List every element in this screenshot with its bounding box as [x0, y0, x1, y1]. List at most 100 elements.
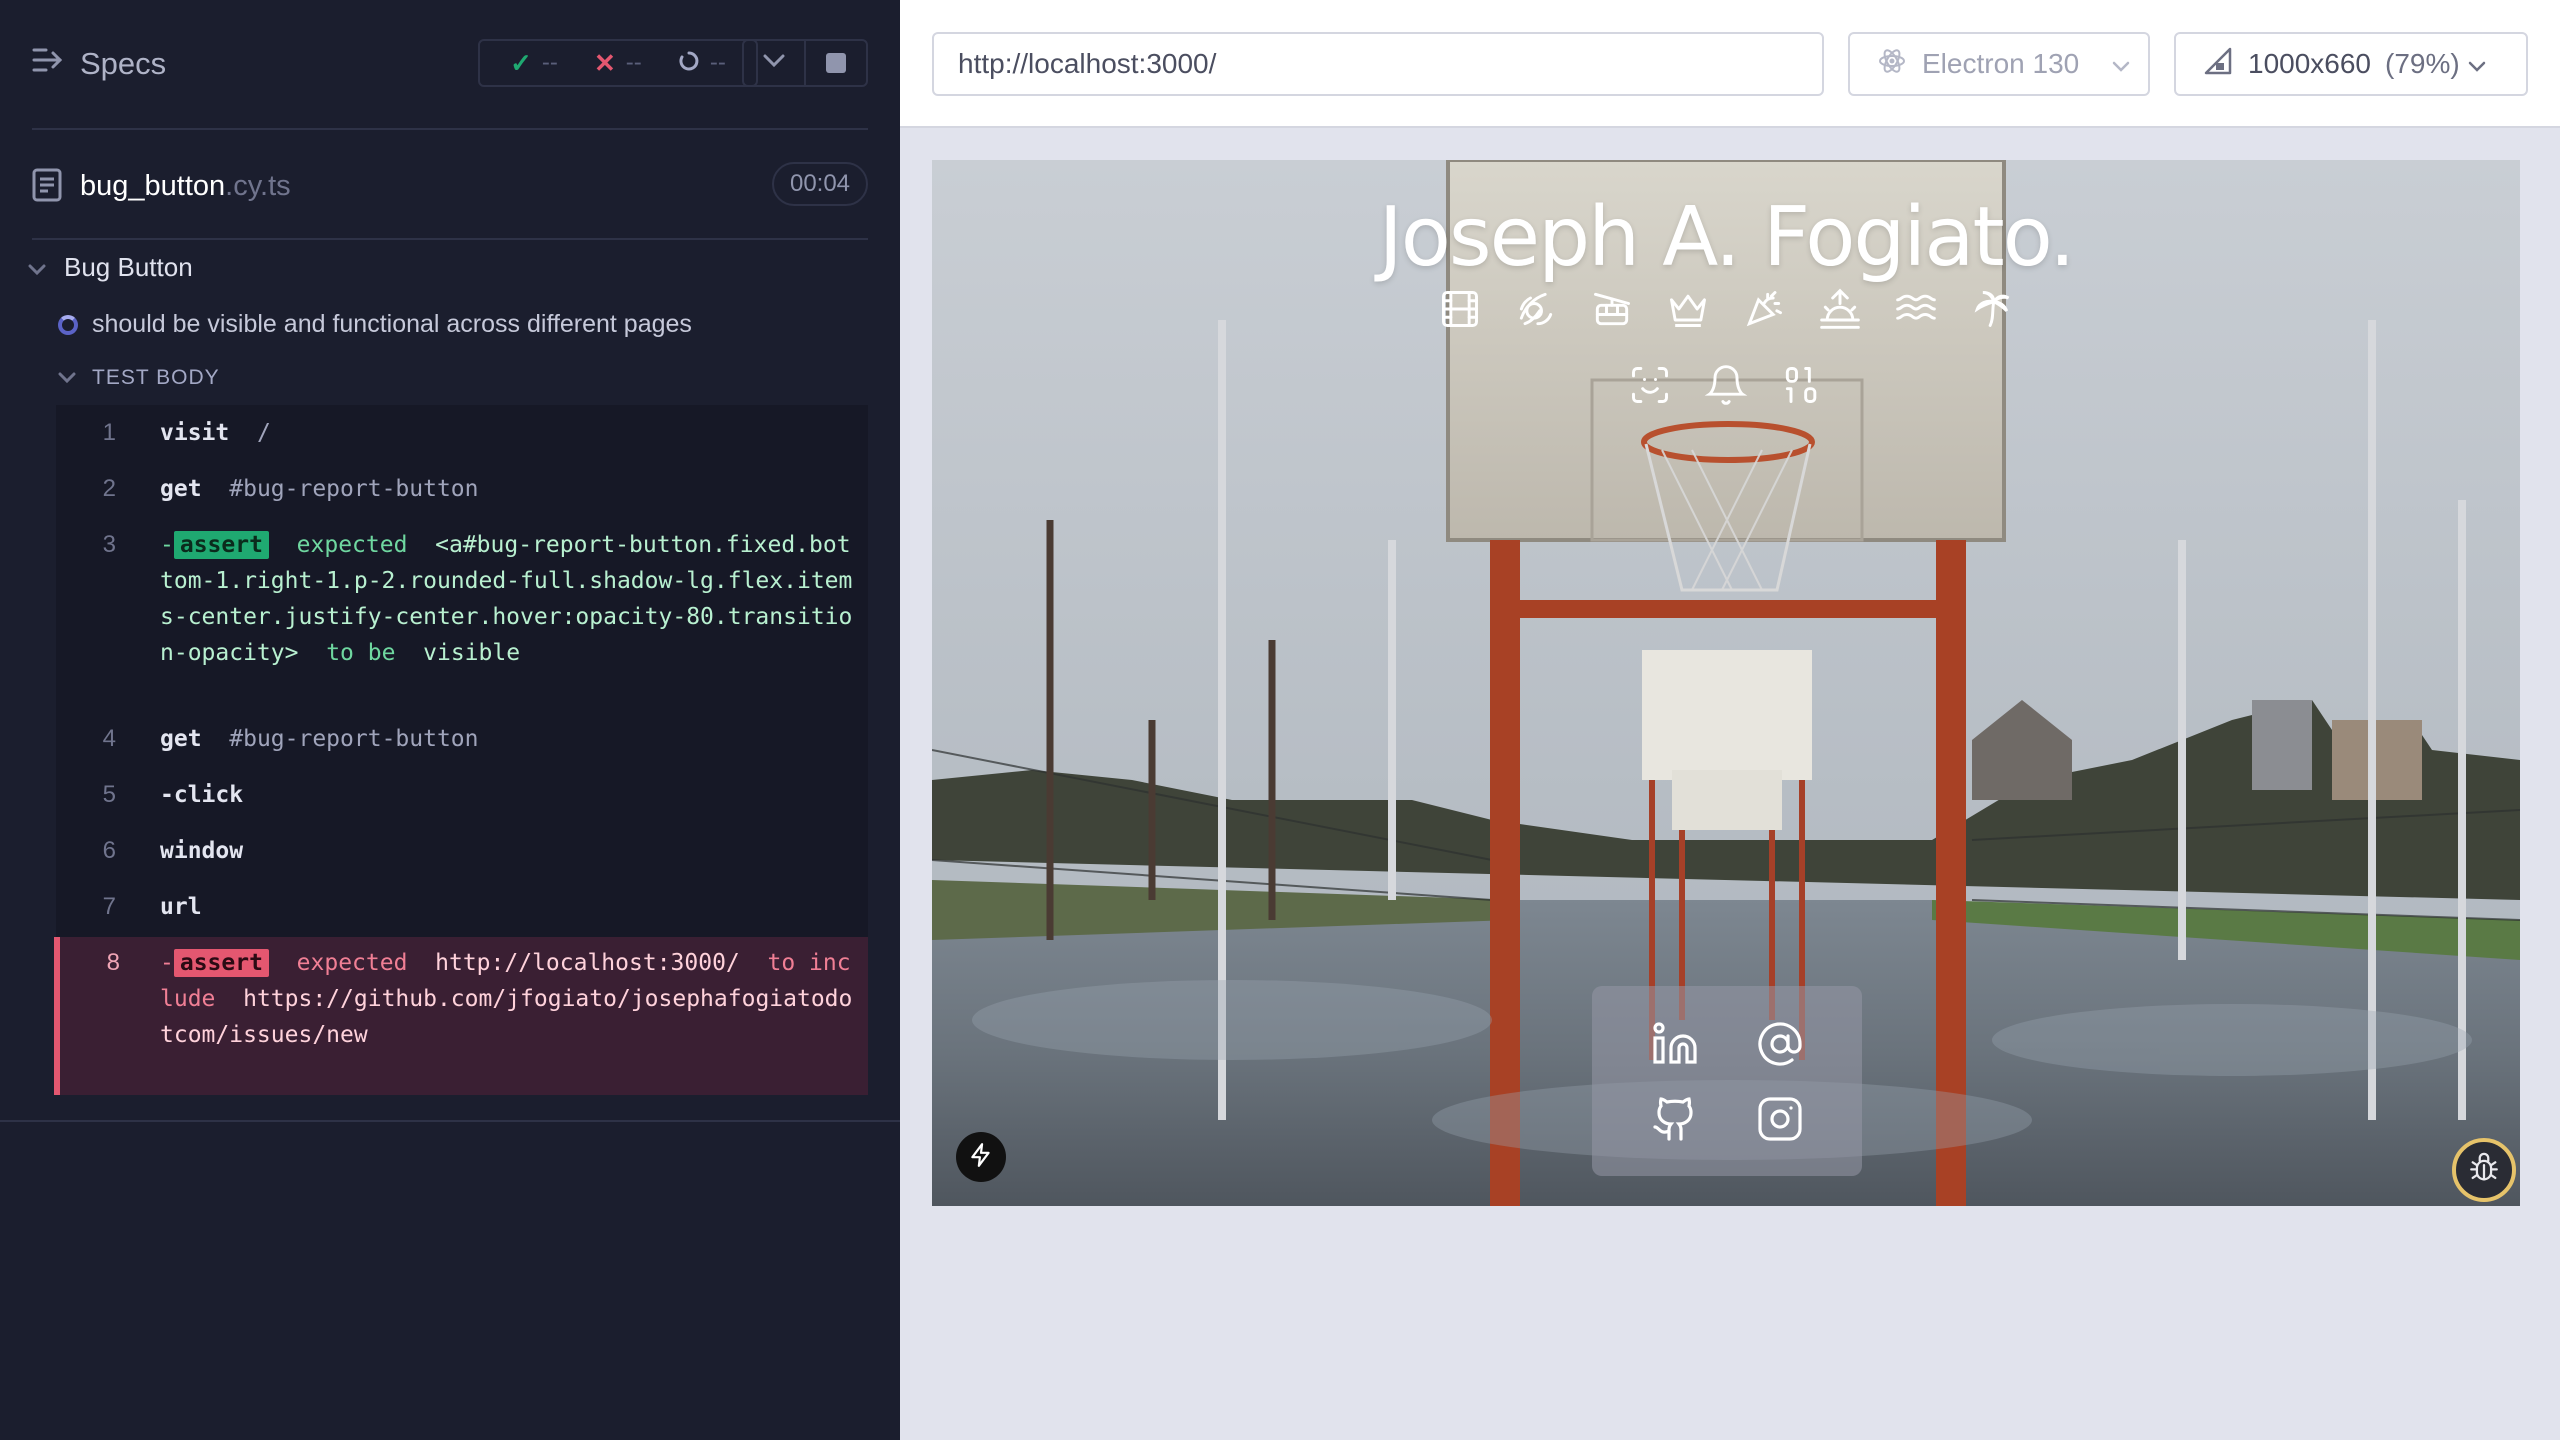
test-body-label: TEST BODY [92, 366, 220, 389]
command-row-assert[interactable]: 3 - assert expected <a#bug-report-button.… [56, 527, 868, 707]
x-icon: ✕ [593, 47, 616, 78]
pending-count: -- [709, 49, 726, 76]
failed-count: -- [625, 49, 642, 76]
site-title: Joseph A. Fogiato. [1378, 190, 2076, 285]
reporter-header: Specs ✓ -- ✕ -- -- [32, 0, 868, 130]
running-spinner-icon [58, 314, 78, 335]
cable-car-icon[interactable] [1587, 284, 1637, 334]
assert-prefix: - [160, 950, 174, 976]
command-number: 2 [102, 475, 116, 502]
command-number: 6 [102, 837, 116, 864]
stop-button[interactable] [804, 41, 866, 85]
divider [0, 1120, 900, 1122]
crown-icon[interactable] [1663, 284, 1713, 334]
assert-subject: http://localhost:3000/ [435, 950, 740, 976]
electron-icon [1878, 47, 1906, 82]
feature-icon-row [932, 360, 2520, 410]
test-row[interactable]: should be visible and functional across … [58, 310, 692, 339]
instagram-icon[interactable] [1752, 1091, 1808, 1147]
viewport-selector[interactable]: 1000x660 (79%) [2174, 32, 2528, 96]
party-popper-icon[interactable] [1739, 284, 1789, 334]
croissant-icon[interactable] [1511, 284, 1561, 334]
specs-label: Specs [80, 46, 167, 81]
test-body-header[interactable]: TEST BODY [58, 366, 220, 390]
reporter-panel: Specs ✓ -- ✕ -- -- bug_button.cy.ts 00:0… [0, 0, 900, 1440]
chevron-down-icon [2112, 48, 2130, 80]
specs-toggle-button[interactable]: Specs [32, 46, 166, 82]
linkedin-icon[interactable] [1647, 1016, 1703, 1072]
at-sign-icon[interactable] [1752, 1016, 1808, 1072]
command-row[interactable]: 7 url [56, 889, 868, 925]
film-icon[interactable] [1435, 284, 1485, 334]
assert-expected: expected [296, 950, 408, 976]
command-arg: #bug-report-button [229, 476, 479, 502]
command-row[interactable]: 6 window [56, 833, 868, 869]
command-number: 7 [102, 893, 116, 920]
chevron-down-icon [28, 252, 46, 283]
command-row-failed-assert[interactable]: 8 - assert expected http://localhost:3000… [54, 937, 868, 1095]
run-controls [742, 39, 868, 87]
command-name: -click [160, 782, 244, 808]
command-number: 1 [102, 419, 116, 446]
url-display[interactable]: http://localhost:3000/ [932, 32, 1824, 96]
suite-header[interactable]: Bug Button [28, 252, 193, 283]
assert-value: visible [423, 640, 521, 666]
assert-expected: expected [296, 532, 408, 558]
command-name: get [160, 726, 202, 752]
github-icon[interactable] [1647, 1091, 1703, 1147]
browser-selector[interactable]: Electron 130 [1848, 32, 2150, 96]
scan-face-icon[interactable] [1625, 360, 1675, 410]
zoom-level: (79%) [2385, 48, 2460, 79]
assert-badge: assert [173, 531, 269, 559]
category-icon-row [932, 284, 2520, 334]
command-log: 1 visit / 2 get #bug-report-button 3 - as… [54, 405, 868, 1095]
command-row[interactable]: 1 visit / [56, 415, 868, 451]
palm-tree-icon[interactable] [1967, 284, 2017, 334]
preview-toolbar: http://localhost:3000/ Electron 130 1000… [900, 0, 2560, 128]
binary-icon[interactable] [1777, 360, 1827, 410]
command-row[interactable]: 4 get #bug-report-button [56, 721, 868, 757]
test-title: should be visible and functional across … [92, 310, 692, 338]
failed-stat: ✕ -- [594, 48, 642, 79]
application-under-test: Joseph A. Fogiato. [932, 160, 2520, 1206]
spec-file-name[interactable]: bug_button.cy.ts [80, 170, 291, 203]
nextjs-dev-indicator-button[interactable] [956, 1132, 1006, 1182]
social-links-card [1592, 986, 1862, 1176]
bug-icon [2467, 1151, 2501, 1190]
command-arg: / [256, 420, 271, 446]
run-stats: ✓ -- ✕ -- -- [478, 39, 758, 87]
specs-list-icon [32, 46, 64, 82]
browser-name: Electron 130 [1922, 48, 2080, 79]
stop-icon [826, 53, 846, 73]
check-icon: ✓ [510, 47, 532, 78]
command-name: get [160, 476, 202, 502]
pending-stat: -- [678, 48, 726, 79]
sunrise-icon[interactable] [1815, 284, 1865, 334]
pending-icon [678, 48, 700, 79]
url-text: http://localhost:3000/ [958, 48, 1217, 79]
duration-badge: 00:04 [772, 162, 868, 206]
spec-file-row: bug_button.cy.ts 00:04 [32, 130, 868, 240]
waves-icon[interactable] [1891, 284, 1941, 334]
chevron-down-icon [763, 54, 785, 73]
bug-report-button[interactable] [2452, 1138, 2516, 1202]
command-name: url [160, 894, 202, 920]
document-icon [32, 168, 62, 207]
spec-file-basename: bug_button [80, 170, 226, 202]
command-row[interactable]: 2 get #bug-report-button [56, 471, 868, 507]
spec-file-ext: .cy.ts [225, 170, 291, 202]
app-preview-panel: http://localhost:3000/ Electron 130 1000… [900, 0, 2560, 1440]
assert-prefix: - [160, 532, 174, 558]
auto-scroll-button[interactable] [744, 41, 804, 85]
viewport-size: 1000x660 [2248, 48, 2372, 79]
lightning-bolt-icon [968, 1142, 994, 1173]
suite-title: Bug Button [64, 252, 193, 282]
command-number: 3 [102, 531, 116, 558]
command-row[interactable]: 5 -click [56, 777, 868, 813]
command-number: 5 [102, 781, 116, 808]
chevron-down-icon [2468, 48, 2486, 80]
passed-count: -- [541, 49, 558, 76]
command-name: window [160, 838, 244, 864]
command-arg: #bug-report-button [229, 726, 479, 752]
bell-icon[interactable] [1701, 360, 1751, 410]
